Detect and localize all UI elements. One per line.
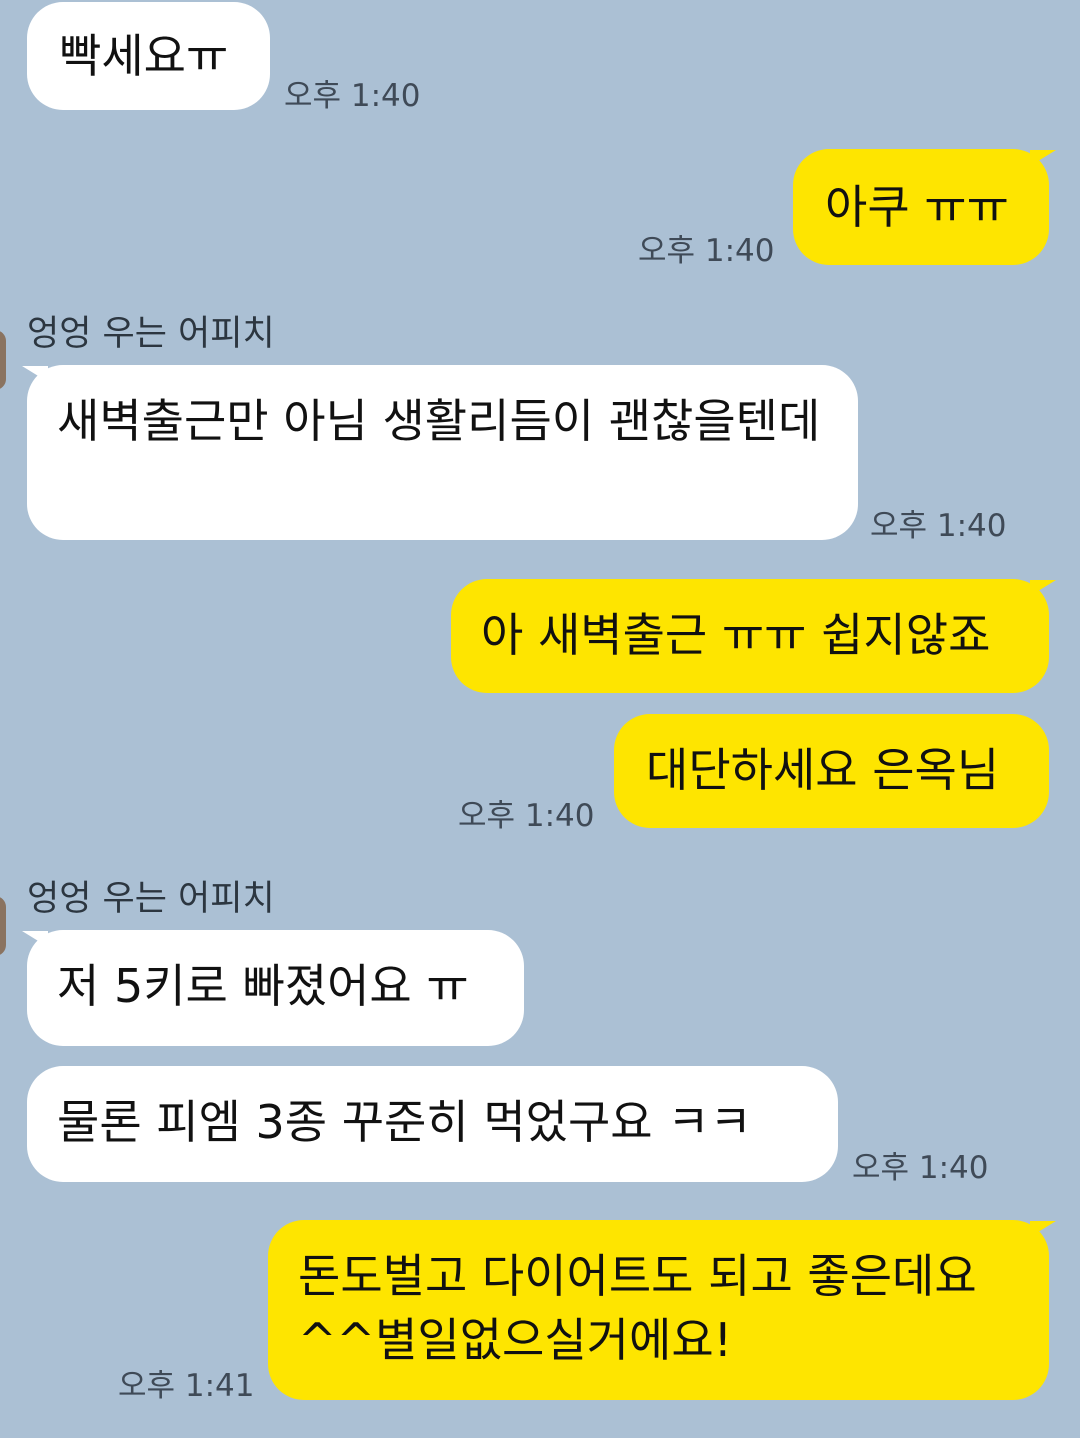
message-text: 물론 피엠 3종 꾸준히 먹었구요 ㅋㅋ: [57, 1095, 752, 1149]
message-text: 새벽출근만 아님 생활리듬이 괜찮을텐데: [57, 394, 821, 448]
message-text: 아쿠 ㅠㅠ: [825, 180, 1009, 234]
bubble-tail: [1030, 150, 1056, 166]
message-bubble-outgoing[interactable]: 대단하세요 은옥님: [614, 714, 1049, 828]
message-time: 오후 1:40: [870, 508, 1007, 544]
message-text: 아 새벽출근 ㅠㅠ 쉽지않죠: [481, 608, 991, 662]
message-time: 오후 1:40: [852, 1150, 989, 1186]
message-time: 오후 1:40: [638, 233, 775, 269]
message-bubble-outgoing[interactable]: 돈도벌고 다이어트도 되고 좋은데요 ^^별일없으실거에요!: [268, 1220, 1049, 1400]
message-bubble-outgoing[interactable]: 아쿠 ㅠㅠ: [793, 149, 1049, 265]
message-text: 대단하세요 은옥님: [646, 743, 1000, 797]
message-bubble-incoming[interactable]: 물론 피엠 3종 꾸준히 먹었구요 ㅋㅋ: [27, 1066, 838, 1182]
avatar[interactable]: [0, 330, 6, 390]
message-text: 저 5키로 빠졌어요 ㅠ: [57, 959, 469, 1013]
bubble-tail: [1030, 580, 1056, 596]
message-bubble-incoming[interactable]: 빡세요ㅠ: [27, 2, 270, 110]
message-time: 오후 1:40: [458, 798, 595, 834]
message-bubble-incoming[interactable]: 저 5키로 빠졌어요 ㅠ: [27, 930, 524, 1046]
message-time: 오후 1:40: [284, 78, 421, 114]
avatar[interactable]: [0, 896, 6, 956]
sender-name: 엉엉 우는 어피치: [27, 314, 275, 354]
sender-name: 엉엉 우는 어피치: [27, 879, 275, 919]
message-text: 빡세요ㅠ: [59, 29, 229, 83]
message-bubble-outgoing[interactable]: 아 새벽출근 ㅠㅠ 쉽지않죠: [451, 579, 1049, 693]
bubble-tail: [22, 931, 48, 947]
message-text: 돈도벌고 다이어트도 되고 좋은데요 ^^별일없으실거에요!: [298, 1249, 977, 1367]
bubble-tail: [22, 366, 48, 382]
bubble-tail: [1030, 1221, 1056, 1237]
message-bubble-incoming[interactable]: 새벽출근만 아님 생활리듬이 괜찮을텐데: [27, 365, 858, 540]
message-time: 오후 1:41: [118, 1368, 255, 1404]
